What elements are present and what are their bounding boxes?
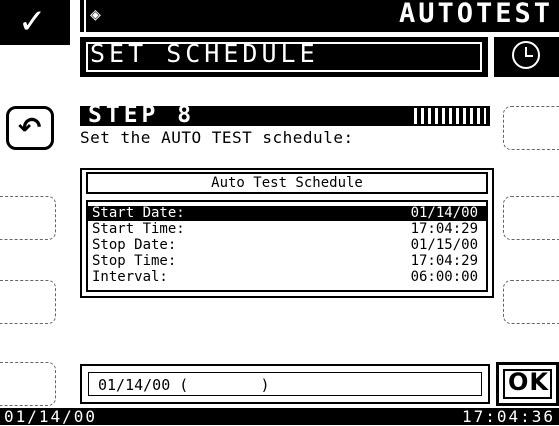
- row-label: Start Time:: [92, 221, 185, 237]
- row-label: Stop Time:: [92, 253, 177, 269]
- status-bar: 01/14/00 17:04:36: [0, 408, 559, 425]
- row-value: 01/15/00: [410, 237, 478, 253]
- check-icon: ✓: [18, 2, 47, 42]
- schedule-row-start-date[interactable]: Start Date: 01/14/00: [88, 206, 486, 221]
- row-value: 06:00:00: [410, 269, 478, 285]
- right-softkey-2[interactable]: [503, 196, 559, 240]
- step-instruction: Set the AUTO TEST schedule:: [80, 128, 354, 147]
- left-softkey-2[interactable]: [0, 196, 56, 240]
- left-softkey-4[interactable]: [0, 362, 56, 406]
- left-softkey-3[interactable]: [0, 280, 56, 324]
- status-date: 01/14/00: [4, 407, 98, 426]
- screen-title: SET SCHEDULE: [90, 39, 319, 68]
- clock-button[interactable]: [494, 37, 559, 77]
- row-label: Start Date:: [92, 205, 185, 221]
- ok-button[interactable]: OK: [496, 362, 559, 406]
- undo-icon: ↶: [18, 111, 42, 144]
- schedule-row-stop-date[interactable]: Stop Date: 01/15/00: [88, 238, 486, 253]
- row-value: 01/14/00: [410, 205, 478, 221]
- confirm-button[interactable]: ✓: [0, 0, 70, 45]
- row-value: 17:04:29: [410, 221, 478, 237]
- separator: [78, 0, 86, 32]
- progress-stripes: [414, 108, 486, 124]
- diamond-icon: ◈: [90, 4, 101, 25]
- schedule-list: Start Date: 01/14/00 Start Time: 17:04:2…: [86, 200, 488, 292]
- schedule-row-stop-time[interactable]: Stop Time: 17:04:29: [88, 254, 486, 269]
- value-edit-field[interactable]: 01/14/00 ( ): [80, 364, 490, 404]
- screen-title-bar: SET SCHEDULE: [80, 37, 488, 77]
- row-label: Stop Date:: [92, 237, 177, 253]
- status-time: 17:04:36: [461, 407, 555, 426]
- right-softkey-3[interactable]: [503, 280, 559, 324]
- row-label: Interval:: [92, 269, 168, 285]
- schedule-title: Auto Test Schedule: [86, 172, 488, 194]
- ok-label: OK: [508, 368, 549, 396]
- step-label: STEP 8: [88, 102, 196, 128]
- edit-value: 01/14/00 ( ): [98, 376, 270, 394]
- row-value: 17:04:29: [410, 253, 478, 269]
- right-softkey-1[interactable]: [503, 106, 559, 150]
- step-header: STEP 8: [80, 102, 490, 128]
- schedule-row-interval[interactable]: Interval: 06:00:00: [88, 270, 486, 285]
- app-title: AUTOTEST: [398, 0, 553, 29]
- back-button[interactable]: ↶: [6, 106, 54, 150]
- title-bar: ◈ AUTOTEST: [78, 0, 559, 32]
- schedule-row-start-time[interactable]: Start Time: 17:04:29: [88, 222, 486, 237]
